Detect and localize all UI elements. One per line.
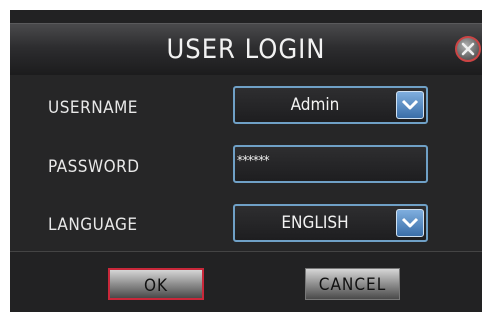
ok-button[interactable]: OK bbox=[108, 268, 204, 300]
password-field[interactable]: ****** bbox=[233, 145, 428, 183]
language-label: LANGUAGE bbox=[48, 215, 138, 235]
dialog-title: USER LOGIN bbox=[166, 34, 326, 65]
divider bbox=[10, 251, 482, 252]
title-bar: USER LOGIN bbox=[10, 23, 482, 76]
chevron-down-icon[interactable] bbox=[396, 209, 424, 237]
form-area: USERNAME Admin PASSWORD ****** LANGUAGE … bbox=[10, 75, 482, 251]
password-value: ****** bbox=[237, 154, 270, 169]
close-icon[interactable] bbox=[455, 36, 481, 62]
login-dialog: USER LOGIN USERNAME Admin PASSWORD *****… bbox=[10, 10, 482, 312]
password-label: PASSWORD bbox=[48, 157, 140, 177]
username-select[interactable]: Admin bbox=[233, 86, 428, 124]
cancel-button[interactable]: CANCEL bbox=[305, 268, 400, 300]
username-label: USERNAME bbox=[48, 98, 138, 118]
chevron-down-icon[interactable] bbox=[396, 91, 424, 119]
username-value: Admin bbox=[290, 95, 340, 115]
language-select[interactable]: ENGLISH bbox=[233, 204, 428, 242]
language-value: ENGLISH bbox=[281, 213, 349, 233]
